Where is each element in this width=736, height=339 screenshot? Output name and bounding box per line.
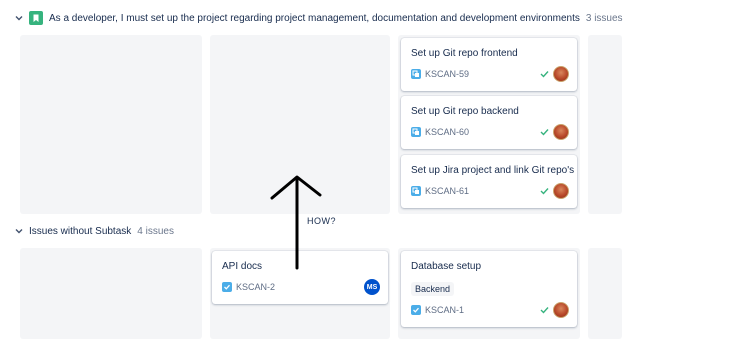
label-badge: Backend [411,282,455,296]
swimlane-title: Issues without Subtask [29,225,132,237]
avatar-icon[interactable] [553,124,569,140]
issue-key[interactable]: KSCAN-2 [236,282,364,292]
column-next-lane1 [588,35,622,214]
swimlane-issue-count: 4 issues [137,225,174,237]
card-title: Database setup [411,261,482,272]
issue-key[interactable]: KSCAN-1 [425,305,540,315]
done-check-icon [540,306,549,314]
issue-card[interactable]: Set up Jira project and link Git repo's … [401,155,577,208]
avatar-icon[interactable] [553,66,569,82]
avatar-icon[interactable]: MS [364,279,380,295]
card-title: Set up Git repo frontend [411,48,518,59]
swimlane-header-2[interactable]: Issues without Subtask 4 issues [12,222,174,240]
card-title: API docs [222,261,263,272]
subtask-icon [411,186,421,196]
done-check-icon [540,70,549,78]
swimlane-issue-count: 3 issues [585,12,623,24]
column-todo-lane2 [20,248,202,339]
annotation-text: HOW? [307,216,336,226]
card-title: Set up Jira project and link Git repo's [411,165,575,176]
issue-key[interactable]: KSCAN-60 [425,127,540,137]
swimlane-header-1[interactable]: As a developer, I must set up the projec… [12,9,623,27]
issue-card[interactable]: Set up Git repo backend KSCAN-60 [401,96,577,149]
chevron-down-icon[interactable] [12,11,26,25]
avatar-icon[interactable] [553,183,569,199]
column-next-lane2 [588,248,622,339]
subtask-icon [411,69,421,79]
issue-card[interactable]: API docs KSCAN-2 MS [212,251,388,304]
issue-key[interactable]: KSCAN-59 [425,69,540,79]
column-inprogress-lane1 [210,35,390,214]
avatar-icon[interactable] [553,302,569,318]
column-todo-lane1 [20,35,202,214]
issue-card[interactable]: Set up Git repo frontend KSCAN-59 [401,38,577,91]
chevron-down-icon[interactable] [12,224,26,238]
task-icon [222,282,232,292]
issue-card[interactable]: Database setup Backend KSCAN-1 [401,251,577,327]
issue-key[interactable]: KSCAN-61 [425,186,540,196]
subtask-icon [411,127,421,137]
card-title: Set up Git repo backend [411,106,519,117]
swimlane-title: As a developer, I must set up the projec… [49,12,580,24]
task-icon [411,305,421,315]
done-check-icon [540,187,549,195]
story-icon [29,11,43,25]
done-check-icon [540,128,549,136]
